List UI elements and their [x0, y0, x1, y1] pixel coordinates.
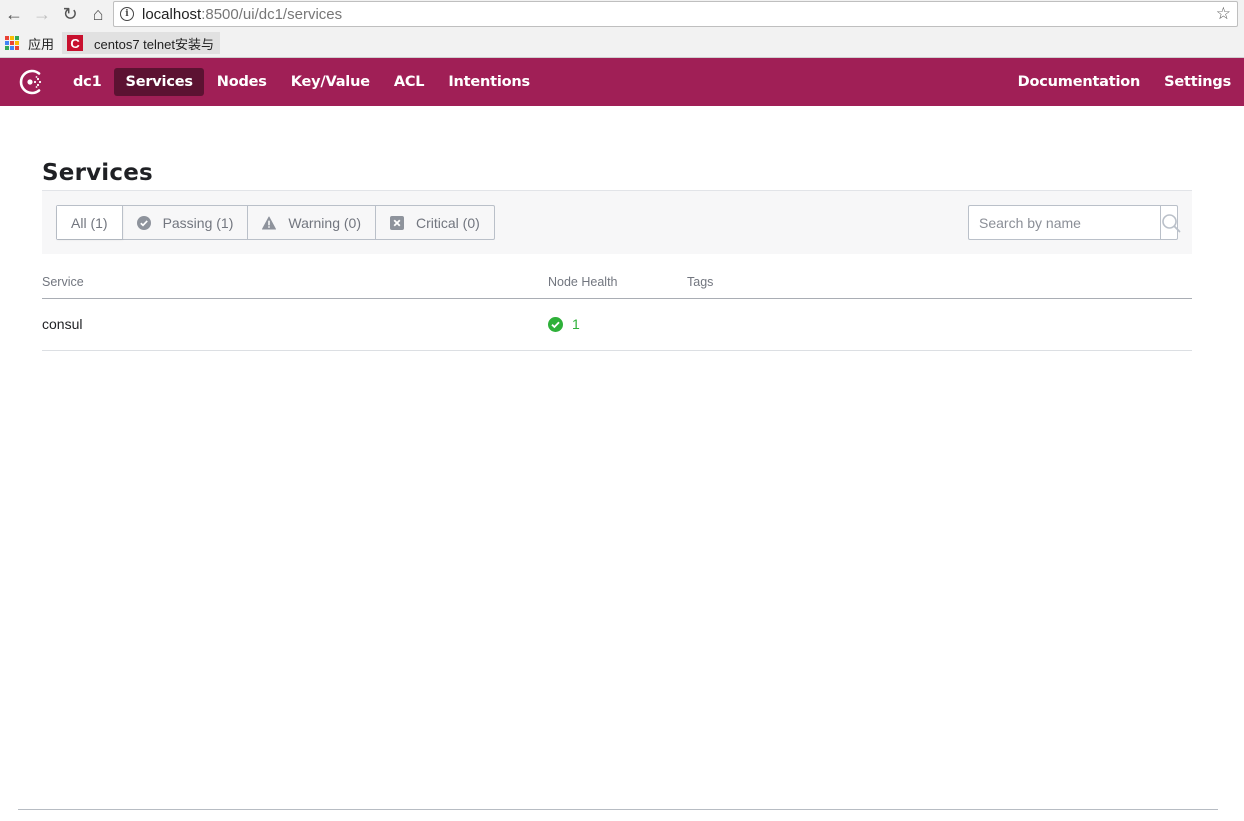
nav-right: Documentation Settings: [1007, 58, 1244, 106]
node-health-count: 1: [572, 316, 580, 332]
nav-intentions[interactable]: Intentions: [437, 68, 541, 96]
footer-divider: [18, 809, 1218, 810]
filter-all[interactable]: All (1): [57, 206, 123, 239]
apps-icon[interactable]: [5, 36, 19, 50]
column-header-service[interactable]: Service: [42, 266, 548, 299]
apps-label[interactable]: 应用: [28, 34, 54, 53]
nav-nodes[interactable]: Nodes: [206, 68, 278, 96]
nav-acl[interactable]: ACL: [383, 68, 436, 96]
filter-warning[interactable]: Warning (0): [248, 206, 376, 239]
url-host: localhost: [142, 5, 202, 23]
reload-icon[interactable]: ↻: [56, 0, 84, 28]
filter-passing[interactable]: Passing (1): [123, 206, 249, 239]
url-path: :8500/ui/dc1/services: [201, 5, 343, 23]
node-health-cell: 1: [548, 298, 687, 351]
nav-settings[interactable]: Settings: [1153, 68, 1242, 96]
check-circle-icon: [136, 215, 151, 230]
status-filter-group: All (1) Passing (1) Warning (0) Critical…: [56, 205, 495, 240]
search-icon: [1162, 213, 1181, 232]
filter-bar: All (1) Passing (1) Warning (0) Critical…: [42, 190, 1192, 254]
consul-logo-icon[interactable]: [17, 67, 47, 97]
search-input[interactable]: [969, 206, 1160, 239]
main-content: Services All (1) Passing (1) Warning (0): [42, 160, 1192, 351]
forward-icon[interactable]: →: [28, 0, 56, 28]
nav-services[interactable]: Services: [114, 68, 204, 96]
tags-cell: [687, 298, 1192, 351]
nav-key-value[interactable]: Key/Value: [280, 68, 381, 96]
info-icon[interactable]: i: [120, 7, 134, 21]
bookmark-item[interactable]: C centos7 telnet安装与: [62, 32, 220, 54]
page-title: Services: [42, 160, 153, 186]
table-row[interactable]: consul 1: [42, 298, 1192, 351]
service-name[interactable]: consul: [42, 298, 548, 351]
home-icon[interactable]: ⌂: [84, 0, 112, 28]
bookmark-favicon-icon: C: [67, 35, 84, 51]
passing-check-icon: [548, 316, 563, 332]
services-table: Service Node Health Tags consul 1: [42, 266, 1192, 351]
filter-critical[interactable]: Critical (0): [376, 206, 494, 239]
filter-critical-label: Critical (0): [416, 214, 480, 231]
nav-documentation[interactable]: Documentation: [1007, 68, 1151, 96]
datacenter-selector[interactable]: dc1: [62, 68, 112, 96]
bookmarks-bar: 应用 C centos7 telnet安装与: [0, 31, 220, 55]
column-header-node-health[interactable]: Node Health: [548, 266, 687, 299]
back-icon[interactable]: ←: [0, 0, 28, 28]
x-square-icon: [390, 215, 404, 230]
node-health-badge: 1: [548, 316, 687, 332]
star-icon[interactable]: ☆: [1216, 4, 1231, 24]
filter-passing-label: Passing (1): [162, 214, 234, 231]
filter-all-label: All (1): [71, 214, 108, 231]
table-header-row: Service Node Health Tags: [42, 266, 1192, 299]
search-box: [968, 205, 1181, 240]
column-header-tags[interactable]: Tags: [687, 266, 1192, 299]
app-header: dc1 Services Nodes Key/Value ACL Intenti…: [0, 58, 1244, 106]
filter-warning-label: Warning (0): [288, 214, 361, 231]
warning-icon: [262, 215, 277, 230]
address-bar[interactable]: i localhost :8500/ui/dc1/services ☆: [113, 1, 1238, 27]
search-button[interactable]: [1160, 206, 1181, 239]
browser-chrome: ← → ↻ ⌂ i localhost :8500/ui/dc1/service…: [0, 0, 1244, 58]
bookmark-label: centos7 telnet安装与: [94, 36, 214, 52]
